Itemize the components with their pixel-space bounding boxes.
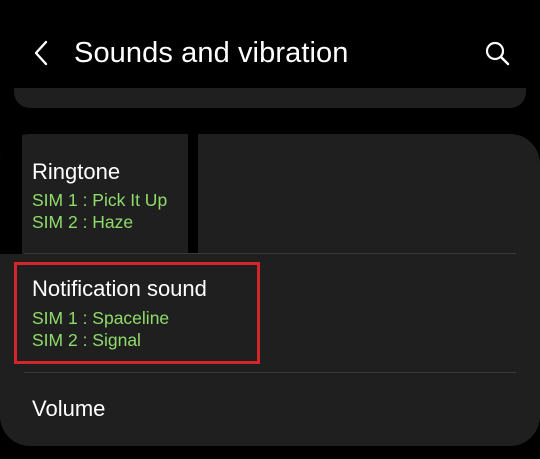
search-icon: [485, 41, 510, 66]
highlight-annotation: [14, 262, 260, 364]
app-header: Sounds and vibration: [0, 0, 540, 100]
page-title: Sounds and vibration: [74, 37, 349, 69]
search-button[interactable]: [480, 36, 514, 70]
volume-title: Volume: [32, 396, 106, 421]
previous-card-edge: [14, 88, 526, 108]
ringtone-row[interactable]: Ringtone SIM 1 : Pick It Up SIM 2 : Haze: [0, 134, 540, 254]
ringtone-title: Ringtone: [32, 159, 121, 184]
back-button[interactable]: [26, 36, 56, 70]
chevron-left-icon: [34, 40, 48, 66]
ringtone-sim1: SIM 1 : Pick It Up: [32, 190, 168, 210]
volume-row[interactable]: Volume: [0, 373, 540, 446]
ringtone-sim2: SIM 2 : Haze: [32, 212, 134, 232]
